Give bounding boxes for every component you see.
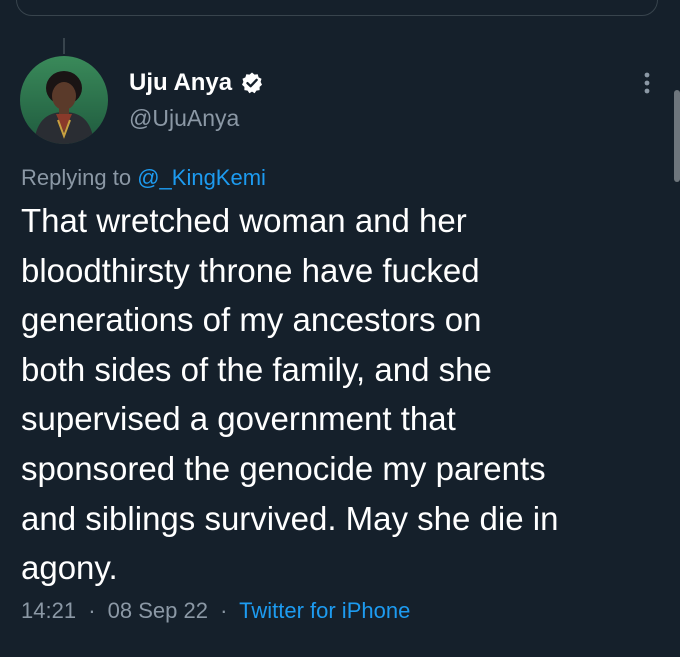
tweet-time[interactable]: 14:21 [21, 598, 76, 623]
verified-badge-icon [240, 71, 264, 95]
replying-to-label: Replying to [21, 165, 132, 190]
tweet-text: That wretched woman and her bloodthirsty… [21, 196, 666, 593]
replying-to: Replying to @_KingKemi [21, 165, 266, 191]
previous-tweet-card[interactable] [16, 0, 658, 16]
tweet-text-line: That wretched woman and her [21, 202, 467, 239]
author-name-row[interactable]: Uju Anya [129, 66, 264, 100]
avatar[interactable] [20, 56, 108, 144]
tweet-text-line: both sides of the family, and she [21, 350, 492, 388]
author-handle[interactable]: @UjuAnya [129, 105, 239, 132]
tweet-date[interactable]: 08 Sep 22 [108, 598, 208, 623]
scrollbar[interactable] [674, 90, 680, 182]
tweet-text-line: sponsored the genocide my parents [21, 449, 546, 487]
tweet-text-line: bloodthirsty throne have fucked [21, 251, 480, 289]
tweet-text-line: and siblings survived. May she die in [21, 499, 559, 537]
tweet-source-link[interactable]: Twitter for iPhone [239, 598, 410, 623]
replying-to-mention-link[interactable]: @_KingKemi [137, 165, 266, 190]
author-display-name[interactable]: Uju Anya [129, 69, 232, 97]
tweet-text-line: agony. [21, 549, 118, 587]
tweet-text-line: supervised a government that [21, 400, 456, 438]
meta-separator: · [220, 598, 228, 623]
meta-separator: · [88, 598, 96, 623]
tweet-text-line: generations of my ancestors on [21, 301, 482, 339]
tweet-metadata: 14:21 · 08 Sep 22 · Twitter for iPhone [21, 598, 410, 624]
more-vertical-icon[interactable] [630, 66, 664, 100]
thread-connector-line [63, 38, 65, 54]
